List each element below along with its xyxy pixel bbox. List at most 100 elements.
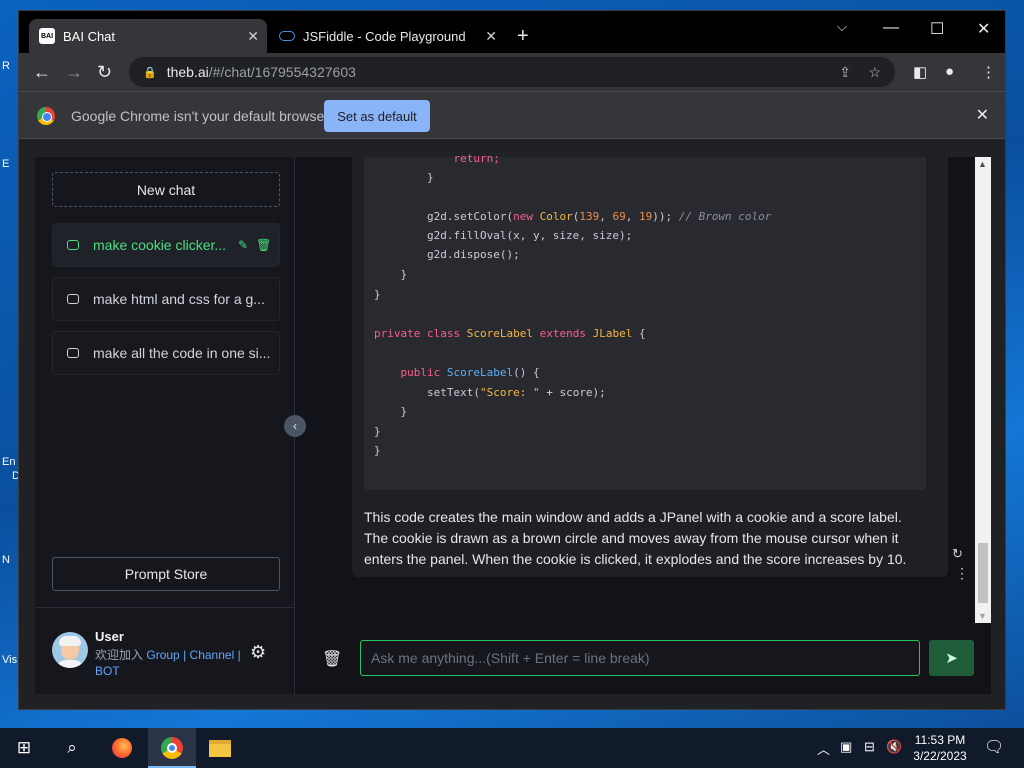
desktop-icon-label: En: [2, 456, 16, 468]
address-bar[interactable]: 🔒 theb.ai/#/chat/1679554327603 ⇪ ☆: [129, 57, 895, 87]
search-icon[interactable]: ⌕: [60, 736, 84, 760]
chat-app: New chat make cookie clicker... ✎ 🗑 make…: [35, 152, 991, 694]
url-path: /#/chat/1679554327603: [208, 64, 356, 80]
notifications-icon[interactable]: 🗨: [984, 737, 1004, 757]
url-host: theb.ai: [166, 64, 209, 80]
chat-bubble-icon: [67, 294, 79, 304]
code-line: }: [374, 444, 381, 457]
code-block: return; } g2d.setColor(new Color(139, 69…: [364, 152, 926, 490]
sidebar: New chat make cookie clicker... ✎ 🗑 make…: [35, 157, 295, 694]
bot-link[interactable]: BOT: [95, 664, 120, 678]
code-line: }: [374, 268, 408, 281]
clock[interactable]: 11:53 PM 3/22/2023: [908, 732, 972, 764]
tab-strip: BAI BAI Chat ✕ JSFiddle - Code Playgroun…: [19, 11, 1005, 53]
avatar[interactable]: [52, 632, 88, 668]
lock-icon: 🔒: [143, 66, 157, 79]
chat-item[interactable]: make all the code in one si...: [52, 331, 280, 375]
code-line: }: [374, 288, 381, 301]
chat-item-title: make html and css for a g...: [93, 291, 265, 307]
chat-input[interactable]: [360, 640, 920, 676]
onedrive-icon[interactable]: ▣: [840, 739, 852, 755]
taskbar: ⊞ ⌕ ︿ ▣ ⊟ 🔇 11:53 PM 3/22/2023 🗨: [0, 728, 1024, 768]
separator: |: [183, 648, 187, 662]
back-arrow-icon[interactable]: ←: [33, 62, 51, 83]
clock-time: 11:53 PM: [914, 733, 966, 747]
windows-start-icon[interactable]: ⊞: [12, 736, 36, 760]
chrome-icon[interactable]: [160, 736, 184, 760]
assistant-message: return; } g2d.setColor(new Color(139, 69…: [352, 152, 969, 581]
scrollbar-thumb[interactable]: [978, 543, 988, 603]
bai-favicon-icon: BAI: [39, 28, 55, 44]
tab-bai-chat[interactable]: BAI BAI Chat ✕: [29, 19, 267, 53]
new-tab-button[interactable]: +: [517, 25, 529, 48]
close-infobar-icon[interactable]: ✕: [976, 105, 989, 125]
clock-date: 3/22/2023: [913, 749, 967, 763]
jsfiddle-cloud-icon: [279, 31, 295, 41]
code-line: private class ScoreLabel extends JLabel …: [374, 327, 646, 340]
welcome-text: 欢迎加入: [95, 648, 144, 662]
user-subtitle: 欢迎加入 Group | Channel | BOT: [95, 647, 245, 679]
bookmark-star-icon[interactable]: ☆: [868, 64, 881, 81]
new-chat-button[interactable]: New chat: [52, 172, 280, 207]
desktop-icon-label: E: [2, 158, 10, 170]
scroll-up-arrow-icon[interactable]: ▲: [978, 159, 987, 169]
scrollbar[interactable]: ▲ ▼: [975, 157, 991, 623]
code-line: public ScoreLabel() {: [400, 366, 540, 379]
network-icon[interactable]: ⊟: [864, 739, 875, 755]
set-as-default-button[interactable]: Set as default: [324, 100, 430, 132]
code-line: }: [374, 425, 381, 438]
show-hidden-icons-icon[interactable]: ︿: [817, 739, 830, 758]
reload-icon[interactable]: ↻: [97, 62, 112, 83]
close-window-button[interactable]: ✕: [977, 19, 990, 39]
browser-toolbar: ← → ↻ 🔒 theb.ai/#/chat/1679554327603 ⇪ ☆…: [19, 53, 1005, 91]
browser-window: BAI BAI Chat ✕ JSFiddle - Code Playgroun…: [18, 10, 1006, 710]
forward-arrow-icon[interactable]: →: [65, 62, 83, 83]
default-browser-infobar: Google Chrome isn't your default browser…: [19, 91, 1005, 139]
close-tab-icon[interactable]: ✕: [485, 28, 497, 45]
user-name: User: [95, 629, 124, 644]
scroll-down-arrow-icon[interactable]: ▼: [978, 611, 987, 621]
side-panel-icon[interactable]: ◧: [913, 63, 927, 81]
profile-icon[interactable]: ●: [945, 63, 954, 80]
infobar-message: Google Chrome isn't your default browser: [71, 108, 329, 124]
chrome-logo-icon: [37, 107, 55, 125]
channel-link[interactable]: Channel: [190, 648, 235, 662]
user-panel: User 欢迎加入 Group | Channel | BOT ⚙: [35, 607, 295, 694]
chat-item-title: make cookie clicker...: [93, 237, 227, 253]
send-arrow-icon: ➤: [945, 650, 958, 667]
tab-label: JSFiddle - Code Playground: [303, 28, 466, 44]
delete-trash-icon[interactable]: 🗑: [256, 238, 271, 252]
volume-muted-icon[interactable]: 🔇: [886, 739, 902, 755]
chat-item[interactable]: make html and css for a g...: [52, 277, 280, 321]
chat-item-title: make all the code in one si...: [93, 345, 271, 361]
clear-chat-trash-icon[interactable]: 🗑: [322, 649, 342, 669]
menu-dots-icon[interactable]: ⋮: [981, 63, 996, 81]
settings-gear-icon[interactable]: ⚙: [250, 642, 266, 663]
code-line: return;: [374, 152, 500, 165]
regenerate-icon[interactable]: ↻: [952, 546, 963, 562]
close-tab-icon[interactable]: ✕: [247, 28, 259, 45]
tab-search-chevron-icon[interactable]: ⌵: [837, 19, 847, 35]
tab-label: BAI Chat: [63, 28, 116, 44]
edit-pencil-icon[interactable]: ✎: [238, 238, 248, 252]
code-line: g2d.setColor(new Color(139, 69, 19)); //…: [374, 210, 772, 223]
firefox-icon[interactable]: [110, 736, 134, 760]
code-line: g2d.dispose();: [374, 248, 520, 261]
maximize-button[interactable]: ☐: [930, 19, 944, 39]
code-line: }: [374, 405, 408, 418]
code-line: }: [374, 171, 434, 184]
chat-bubble-icon: [67, 240, 79, 250]
share-icon[interactable]: ⇪: [839, 64, 851, 81]
send-button[interactable]: ➤: [929, 640, 974, 676]
chat-item[interactable]: make cookie clicker... ✎ 🗑: [52, 223, 280, 267]
group-link[interactable]: Group: [146, 648, 179, 662]
file-explorer-icon[interactable]: [208, 736, 232, 760]
desktop-icon-label: N: [2, 554, 10, 566]
minimize-button[interactable]: —: [883, 19, 899, 37]
more-options-icon[interactable]: ⋮: [955, 565, 969, 582]
assistant-explanation: This code creates the main window and ad…: [364, 509, 907, 567]
desktop-icon-label: Vis: [2, 654, 18, 666]
tab-jsfiddle[interactable]: JSFiddle - Code Playground ✕: [269, 19, 505, 53]
desktop-icon-label: R: [2, 60, 10, 72]
prompt-store-button[interactable]: Prompt Store: [52, 557, 280, 591]
